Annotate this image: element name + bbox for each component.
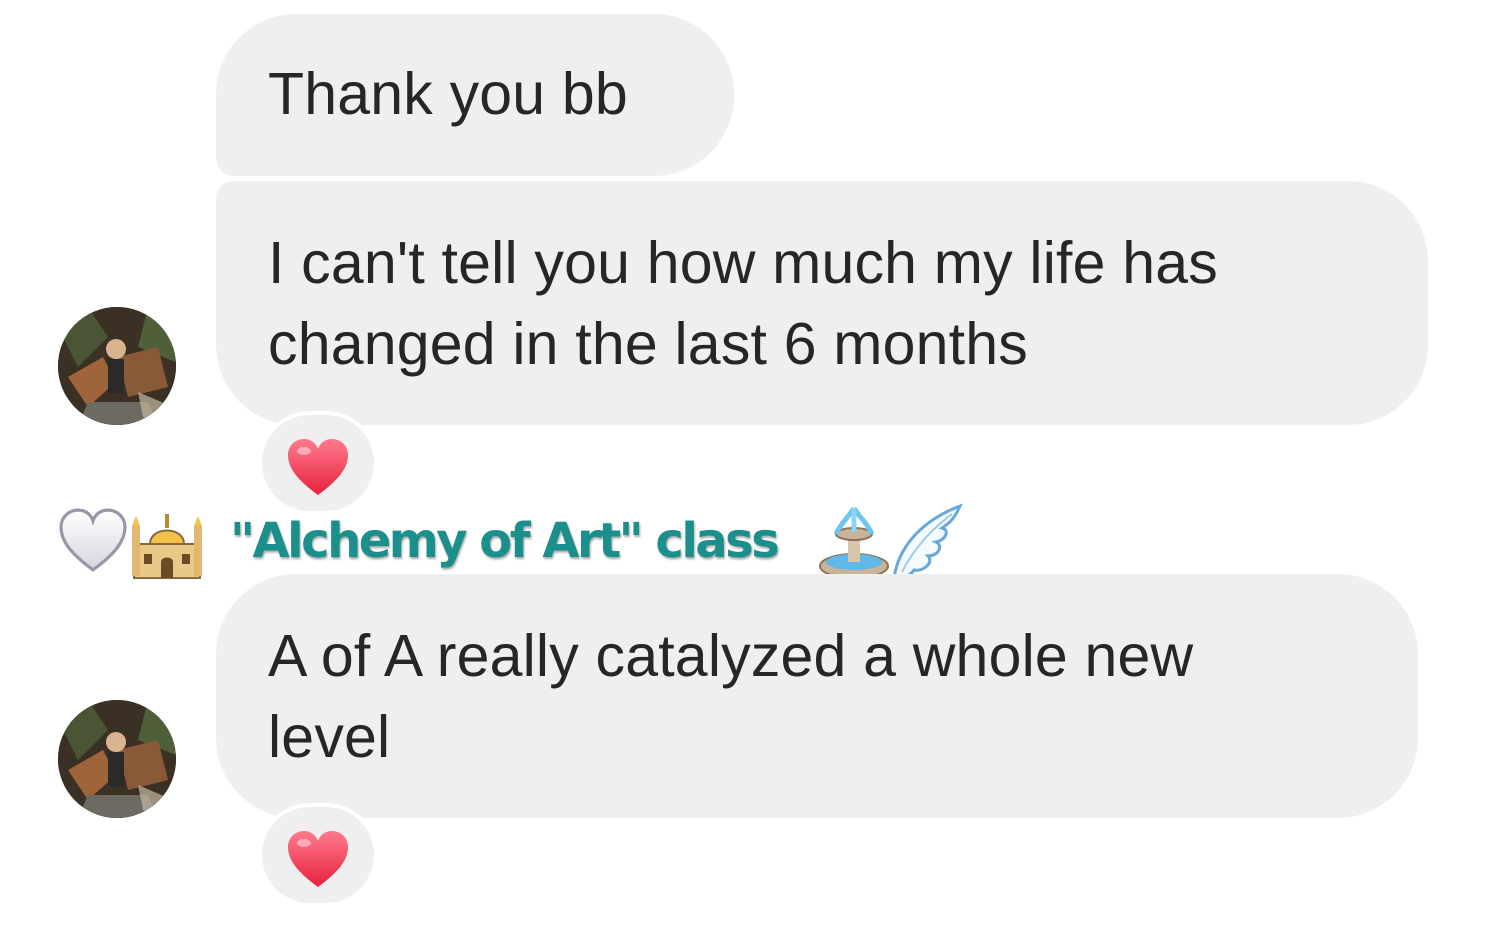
- sender-name[interactable]: "Alchemy of Art" class: [230, 510, 780, 572]
- message-text: I can't tell you how much my life has ch…: [268, 230, 1218, 377]
- fountain-icon: [819, 506, 889, 579]
- red-heart-icon: [288, 831, 348, 887]
- reaction-badge[interactable]: [258, 803, 378, 907]
- message-text: Thank you bb: [268, 61, 628, 127]
- avatar-photo: [58, 700, 176, 818]
- message-bubble[interactable]: A of A really catalyzed a whole new leve…: [216, 574, 1418, 818]
- avatar[interactable]: [58, 307, 176, 425]
- white-heart-icon: [59, 508, 127, 572]
- wing-icon: [892, 503, 963, 580]
- message-text: A of A really catalyzed a whole new leve…: [268, 623, 1194, 770]
- message-bubble[interactable]: Thank you bb: [216, 14, 734, 176]
- red-heart-icon: [288, 439, 348, 495]
- avatar[interactable]: [58, 700, 176, 818]
- message-bubble[interactable]: I can't tell you how much my life has ch…: [216, 181, 1428, 425]
- avatar-photo: [58, 307, 176, 425]
- mosque-icon: [132, 514, 202, 579]
